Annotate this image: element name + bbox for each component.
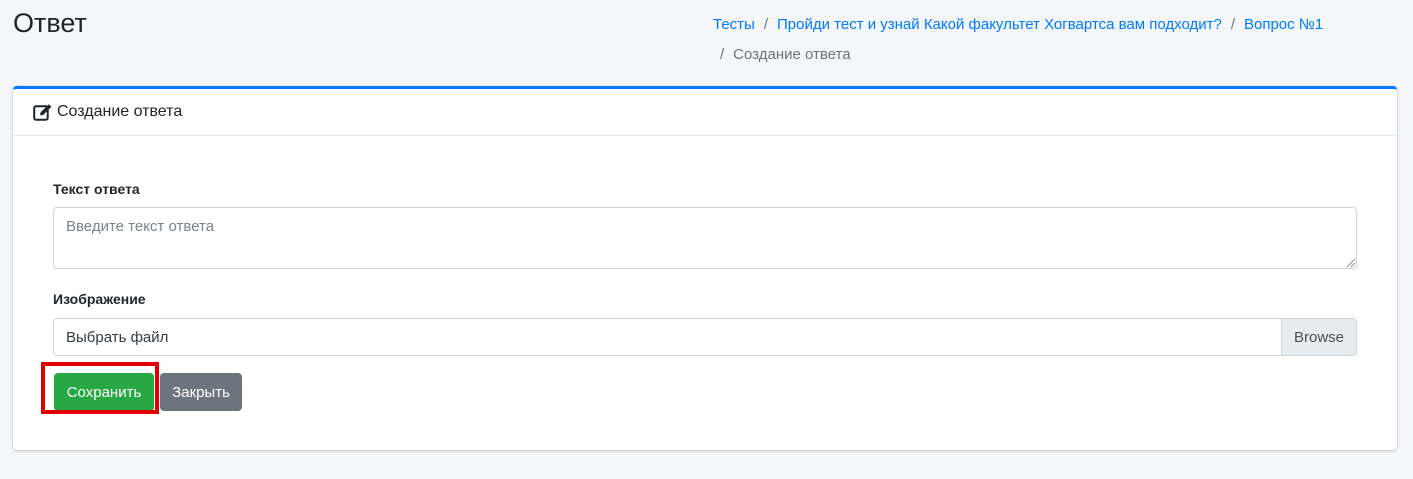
answer-text-input[interactable] (53, 207, 1357, 269)
card-title: Создание ответа (57, 103, 183, 120)
breadcrumb-current: Создание ответа (733, 46, 851, 63)
edit-icon (33, 103, 53, 121)
breadcrumb-separator: / (1230, 16, 1235, 33)
answer-text-label: Текст ответа (53, 181, 140, 197)
breadcrumb-link-tests[interactable]: Тесты (713, 16, 755, 33)
card-header: Создание ответа (13, 89, 1397, 136)
breadcrumb-separator: / (720, 46, 725, 63)
file-input-label: Выбрать файл (66, 328, 169, 346)
browse-button[interactable]: Browse (1281, 319, 1356, 355)
image-file-input[interactable]: Выбрать файл Browse (53, 318, 1357, 356)
breadcrumb-separator: / (763, 16, 768, 33)
image-label: Изображение (53, 291, 146, 307)
page-title: Ответ (13, 8, 87, 38)
resize-grip-icon[interactable] (1346, 258, 1356, 268)
close-button[interactable]: Закрыть (160, 373, 242, 411)
breadcrumb-link-question[interactable]: Вопрос №1 (1244, 16, 1323, 33)
create-answer-card: Создание ответа Текст ответа Изображение… (13, 86, 1397, 450)
save-button[interactable]: Сохранить (54, 373, 154, 411)
breadcrumb-link-test[interactable]: Пройди тест и узнай Какой факультет Хогв… (777, 16, 1222, 33)
